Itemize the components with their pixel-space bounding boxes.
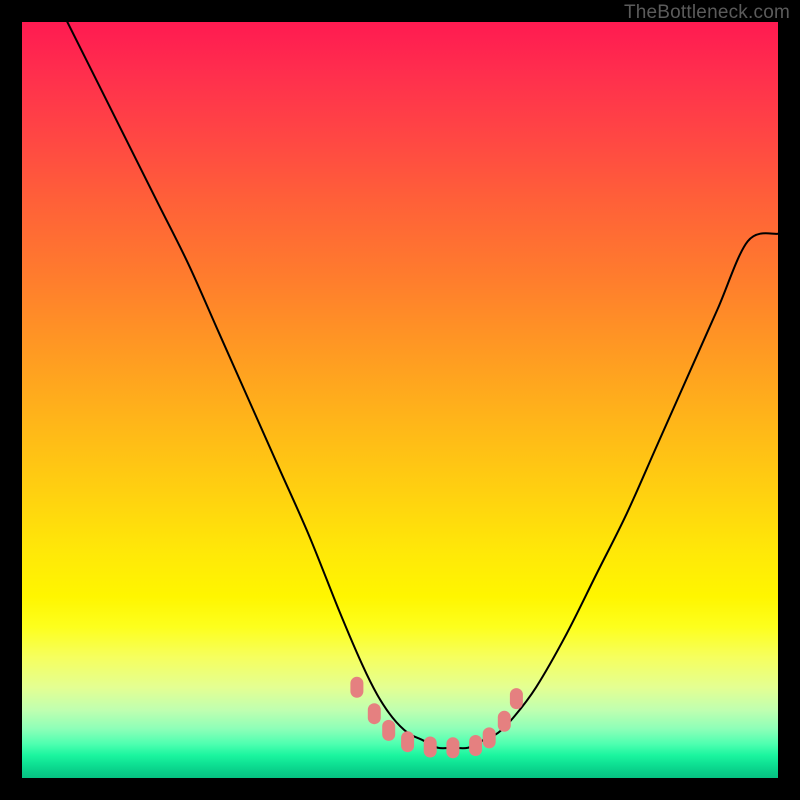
- curve-svg: [22, 22, 778, 778]
- highlight-marker: [446, 737, 459, 758]
- watermark-text: TheBottleneck.com: [624, 2, 790, 24]
- highlight-marker: [382, 720, 395, 741]
- highlight-marker: [483, 727, 496, 748]
- highlight-marker: [424, 737, 437, 758]
- plot-area: [22, 22, 778, 778]
- highlight-marker: [368, 703, 381, 724]
- highlight-marker: [401, 731, 414, 752]
- curve-path-group: [67, 22, 778, 748]
- highlight-marker: [469, 735, 482, 756]
- marker-group: [350, 677, 523, 759]
- chart-frame: TheBottleneck.com: [0, 0, 800, 800]
- highlight-marker: [498, 711, 511, 732]
- highlight-marker: [510, 688, 523, 709]
- highlight-marker: [350, 677, 363, 698]
- bottleneck-curve: [67, 22, 778, 748]
